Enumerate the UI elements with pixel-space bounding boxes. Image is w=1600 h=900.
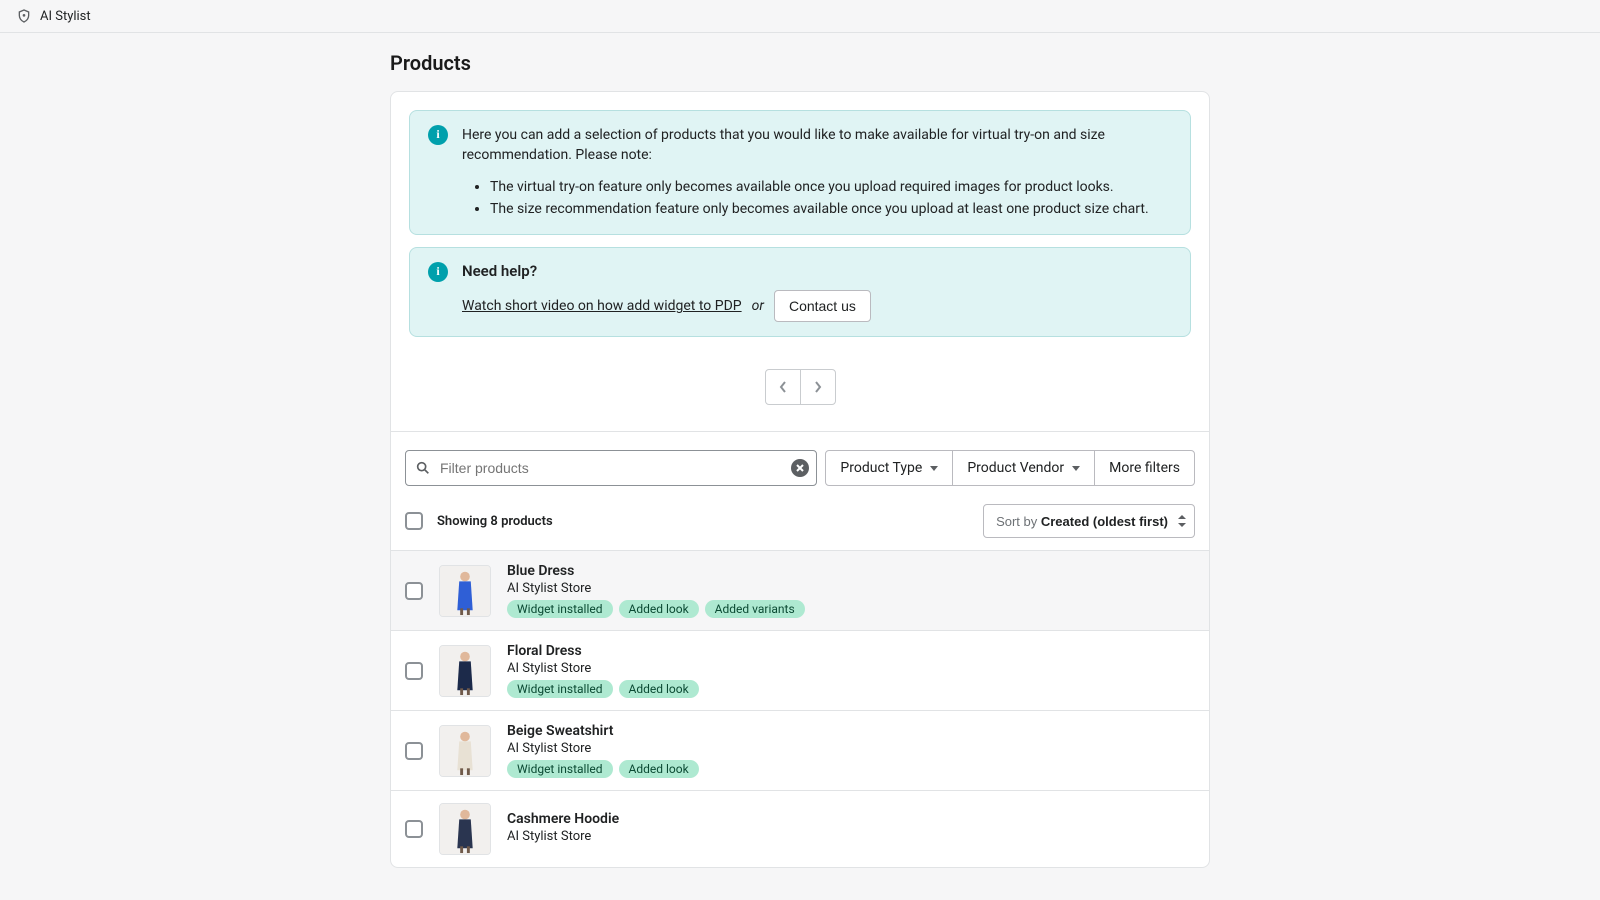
product-vendor: AI Stylist Store [507,661,1195,676]
product-thumbnail [439,565,491,617]
sort-value: Created (oldest first) [1041,514,1168,529]
status-row: Showing 8 products Sort by Created (olde… [391,504,1209,550]
sort-prefix: Sort by [996,514,1041,529]
product-checkbox[interactable] [405,820,423,838]
sort-button[interactable]: Sort by Created (oldest first) [983,504,1195,538]
topbar: AI Stylist [0,0,1600,33]
product-info: Blue Dress AI Stylist Store Widget install… [507,563,1195,618]
product-title: Beige Sweatshirt [507,723,1195,739]
product-checkbox[interactable] [405,742,423,760]
banner-bullets: The virtual try-on feature only becomes … [490,176,1172,221]
product-title: Blue Dress [507,563,1195,579]
banner-bullet: The virtual try-on feature only becomes … [490,176,1172,198]
badge-widget: Widget installed [507,760,613,778]
badge-widget: Widget installed [507,600,613,618]
product-type-filter[interactable]: Product Type [825,450,953,486]
page-title: Products [390,51,1210,75]
product-badges: Widget installed Added look Added variants [507,600,1195,618]
product-vendor: AI Stylist Store [507,741,1195,756]
search-icon [415,460,431,476]
product-info: Cashmere Hoodie AI Stylist Store [507,811,1195,848]
chevron-down-icon [930,466,938,471]
badge-look: Added look [619,600,699,618]
product-row[interactable]: Beige Sweatshirt AI Stylist Store Widget i… [391,710,1209,790]
product-checkbox[interactable] [405,582,423,600]
product-title: Cashmere Hoodie [507,811,1195,827]
chevron-down-icon [1072,466,1080,471]
product-type-label: Product Type [840,460,922,476]
more-filters-label: More filters [1109,460,1180,476]
chevron-right-icon [813,380,823,394]
badge-widget: Widget installed [507,680,613,698]
select-all-checkbox[interactable] [405,512,423,530]
product-thumbnail [439,725,491,777]
badge-look: Added look [619,760,699,778]
product-thumbnail [439,803,491,855]
product-title: Floral Dress [507,643,1195,659]
product-vendor-label: Product Vendor [967,460,1064,476]
product-checkbox[interactable] [405,662,423,680]
main-card: Here you can add a selection of products… [390,91,1210,868]
clear-search-button[interactable] [791,459,809,477]
product-row[interactable]: Cashmere Hoodie AI Stylist Store [391,790,1209,867]
chevron-left-icon [778,380,788,394]
more-filters-button[interactable]: More filters [1094,450,1195,486]
help-or: or [752,298,764,314]
product-badges: Widget installed Added look [507,680,1195,698]
showing-count: Showing 8 products [437,514,553,529]
product-vendor: AI Stylist Store [507,829,1195,844]
product-list: Blue Dress AI Stylist Store Widget install… [391,550,1209,867]
product-info: Beige Sweatshirt AI Stylist Store Widget i… [507,723,1195,778]
product-row[interactable]: Floral Dress AI Stylist Store Widget insta… [391,630,1209,710]
product-row[interactable]: Blue Dress AI Stylist Store Widget install… [391,550,1209,630]
product-badges: Widget installed Added look [507,760,1195,778]
help-banner: Need help? Watch short video on how add … [409,247,1191,337]
help-video-link[interactable]: Watch short video on how add widget to P… [462,298,742,314]
product-vendor: AI Stylist Store [507,581,1195,596]
next-page-button[interactable] [800,369,836,405]
badge-variants: Added variants [705,600,805,618]
info-icon [428,262,448,282]
info-banner: Here you can add a selection of products… [409,110,1191,235]
help-heading: Need help? [462,262,1172,280]
product-info: Floral Dress AI Stylist Store Widget insta… [507,643,1195,698]
contact-us-button[interactable]: Contact us [774,290,871,322]
info-icon [428,125,448,145]
filters-row: Product Type Product Vendor More filters [391,432,1209,504]
pagination [391,349,1209,432]
shield-icon [16,8,32,24]
filter-products-input[interactable] [405,450,817,486]
product-vendor-filter[interactable]: Product Vendor [952,450,1095,486]
prev-page-button[interactable] [765,369,801,405]
close-icon [795,463,805,473]
banner-intro: Here you can add a selection of products… [462,125,1172,166]
badge-look: Added look [619,680,699,698]
product-thumbnail [439,645,491,697]
app-name: AI Stylist [40,9,91,24]
banner-bullet: The size recommendation feature only bec… [490,198,1172,220]
